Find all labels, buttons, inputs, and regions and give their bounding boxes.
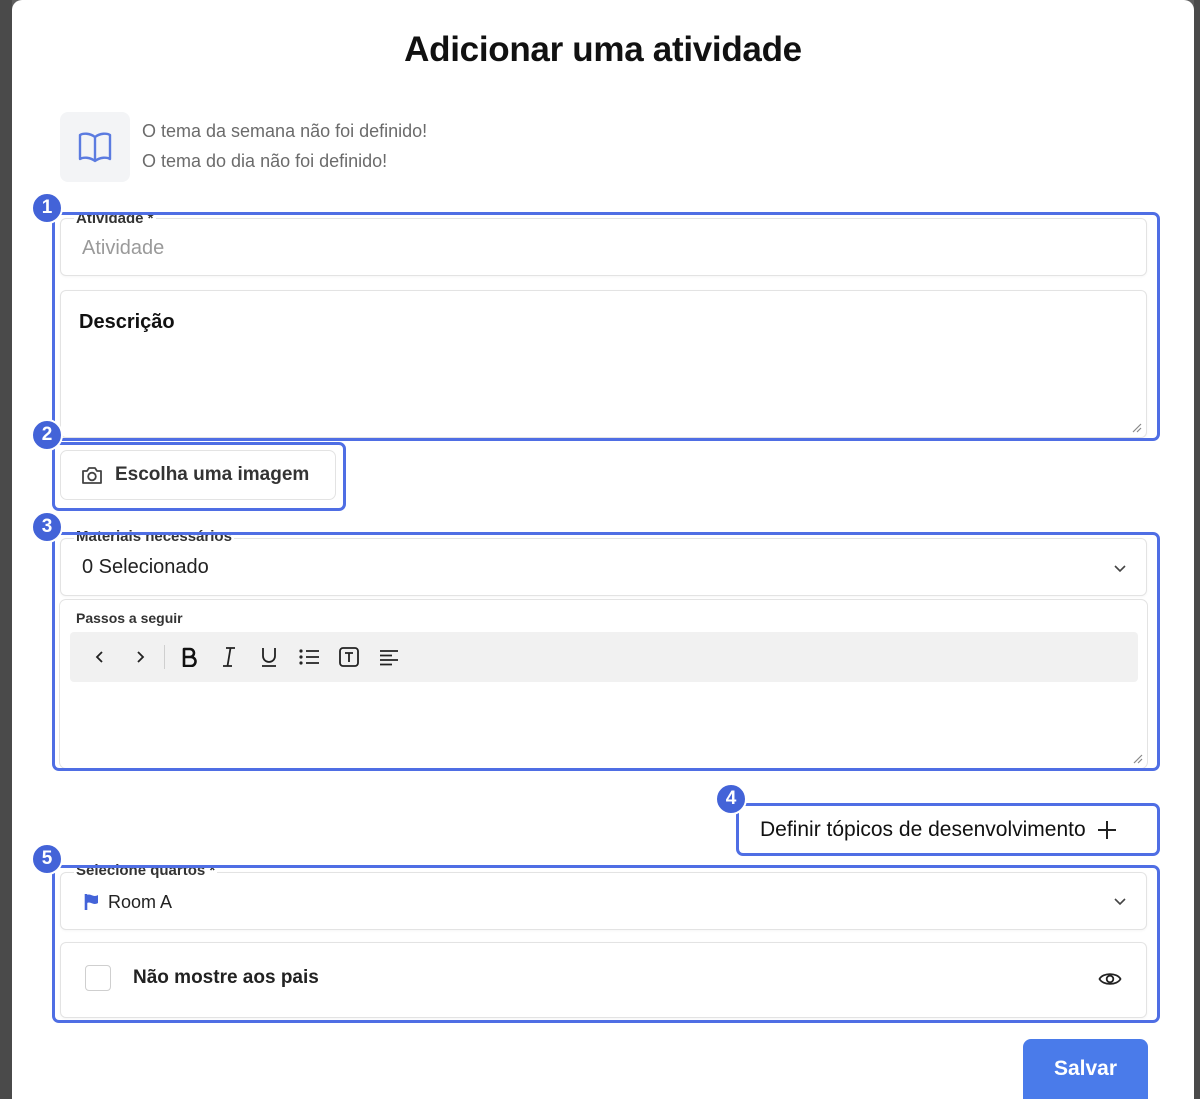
modal-backdrop (0, 0, 12, 1099)
annotation-badge-4: 4 (715, 783, 747, 815)
annotation-box-5 (52, 865, 1160, 1023)
save-button[interactable]: Salvar (1023, 1039, 1148, 1099)
day-theme-notice: O tema do dia não foi definido! (142, 151, 388, 171)
annotation-box-4 (736, 803, 1160, 856)
book-open-icon (60, 112, 130, 182)
modal-title: Adicionar uma atividade (404, 30, 802, 69)
annotation-badge-3: 3 (31, 511, 63, 543)
annotation-badge-5: 5 (31, 843, 63, 875)
annotation-box-1 (52, 212, 1160, 441)
annotation-badge-1: 1 (31, 192, 63, 224)
add-activity-modal: Adicionar uma atividade O tema da semana… (12, 0, 1194, 1099)
annotation-box-3 (52, 532, 1160, 771)
modal-backdrop-right (1194, 0, 1200, 1099)
annotation-badge-2: 2 (31, 419, 63, 451)
annotation-box-2 (52, 442, 346, 511)
week-theme-notice: O tema da semana não foi definido! (142, 121, 428, 141)
